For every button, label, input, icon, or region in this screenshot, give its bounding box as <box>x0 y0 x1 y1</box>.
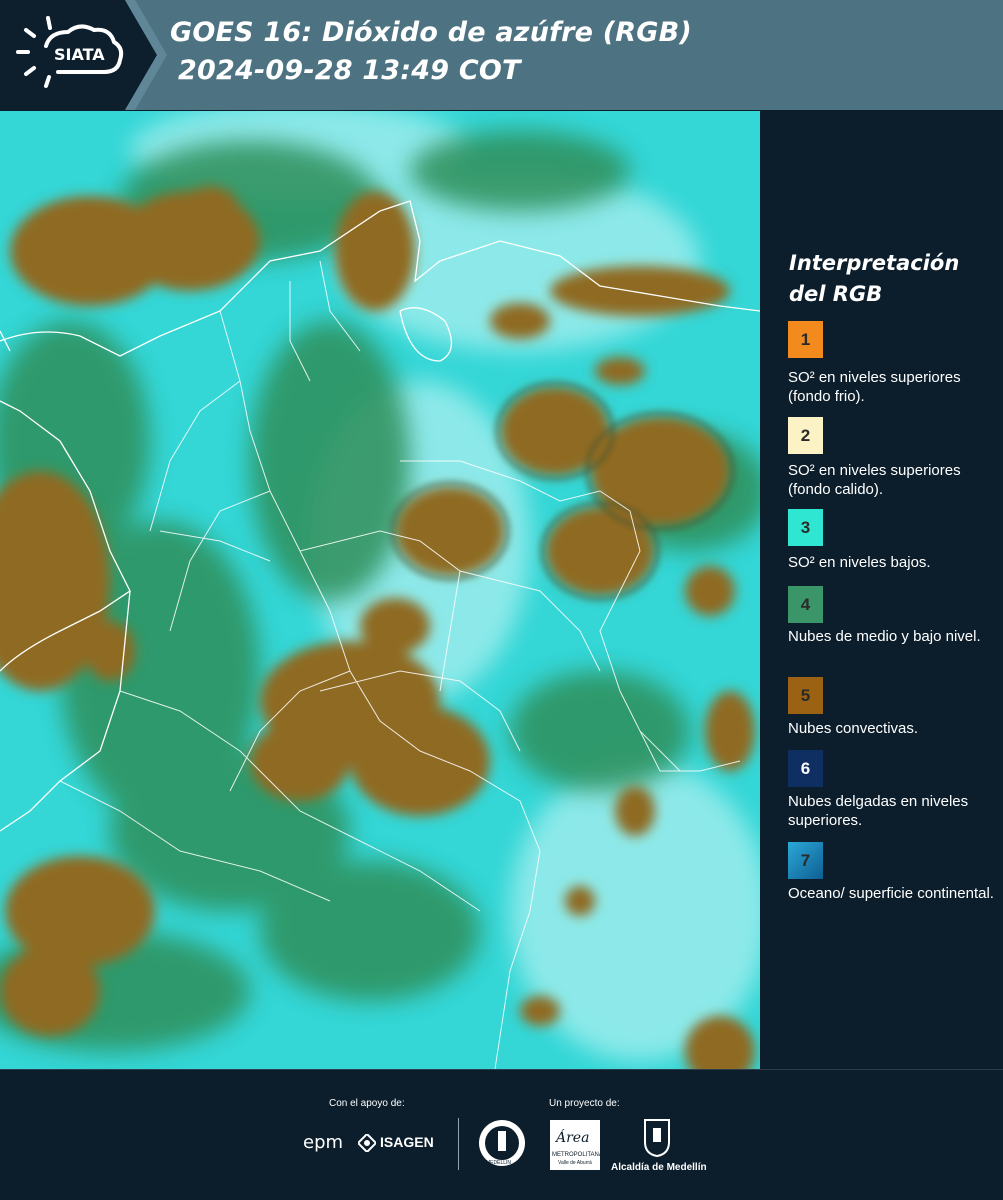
support-label: Con el apoyo de: <box>329 1098 405 1109</box>
isagen-logo: ISAGEN <box>380 1134 434 1150</box>
legend-swatch-5: 5 <box>788 677 823 714</box>
metropolitana-logo-sub: Valle de Aburrá <box>558 1160 592 1166</box>
legend-swatch-4: 4 <box>788 586 823 623</box>
legend-title-line2: del RGB <box>789 282 883 306</box>
header-bar: SIATA GOES 16: Dióxido de azúfre (RGB) 2… <box>0 0 1003 110</box>
legend-swatch-1: 1 <box>788 321 823 358</box>
legend-swatch-2: 2 <box>788 417 823 454</box>
legend-desc-3: SO² en niveles bajos. <box>788 554 931 571</box>
legend-panel: Interpretación del RGB 1 SO² en niveles … <box>760 111 1003 1069</box>
siata-logo-text: SIATA <box>54 45 105 64</box>
metropolitana-logo-script: Área <box>556 1130 590 1146</box>
page-timestamp: 2024-09-28 13:49 COT <box>178 55 521 86</box>
satellite-rgb-image <box>0 111 760 1069</box>
legend-swatch-7: 7 <box>788 842 823 879</box>
footer-divider <box>458 1118 459 1170</box>
legend-title-line1: Interpretación <box>789 251 960 275</box>
project-label: Un proyecto de: <box>549 1098 620 1109</box>
seal-text: MEDELLÍN <box>486 1160 512 1166</box>
legend-desc-2: SO² en niveles superiores (fondo calido)… <box>788 462 961 498</box>
epm-logo: epm <box>303 1132 344 1153</box>
metropolitana-logo-text: METROPOLITANA <box>552 1152 603 1158</box>
satellite-map <box>0 111 760 1069</box>
legend-desc-4: Nubes de medio y bajo nivel. <box>788 628 981 645</box>
legend-swatch-6: 6 <box>788 750 823 787</box>
alcaldia-medellin-logo: Alcaldía de Medellín <box>611 1162 707 1173</box>
legend-desc-7: Oceano/ superficie continental. <box>788 885 994 902</box>
legend-desc-6: Nubes delgadas en niveles superiores. <box>788 793 969 829</box>
legend-swatch-3: 3 <box>788 509 823 546</box>
legend-desc-1: SO² en niveles superiores (fondo frio). <box>788 369 961 405</box>
footer: Con el apoyo de: Un proyecto de: epm ISA… <box>0 1069 1003 1200</box>
legend-desc-5: Nubes convectivas. <box>788 720 919 737</box>
page-title: GOES 16: Dióxido de azúfre (RGB) <box>170 17 692 48</box>
isagen-logo-icon <box>358 1134 376 1152</box>
alcaldia-shield-icon <box>644 1119 670 1158</box>
legend-title: Interpretación del RGB <box>789 248 999 310</box>
